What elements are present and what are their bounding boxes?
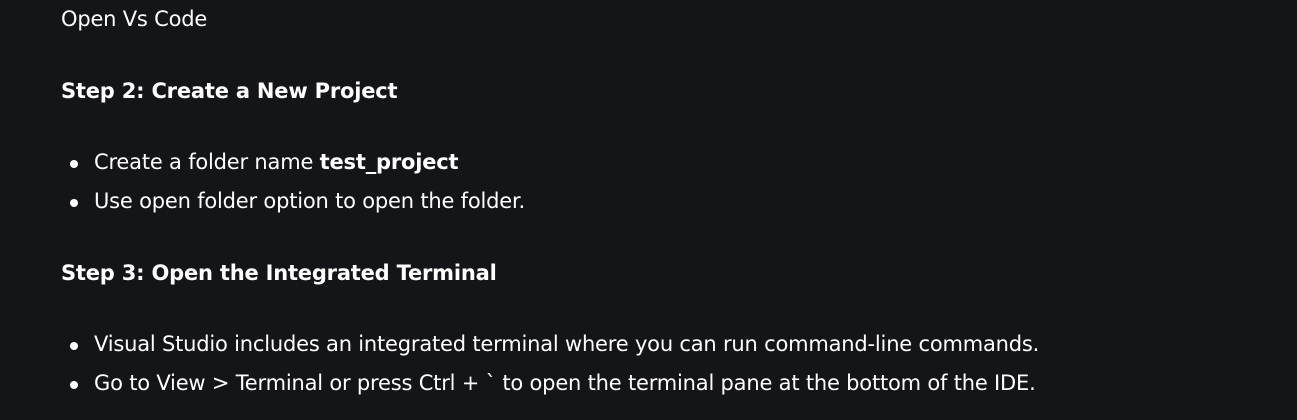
bullet-icon	[70, 160, 78, 168]
list-item-text: Visual Studio includes an integrated ter…	[94, 332, 1040, 356]
step3-heading: Step 3: Open the Integrated Terminal	[61, 261, 497, 285]
intro-text: Open Vs Code	[61, 7, 208, 31]
bullet-icon	[70, 381, 78, 389]
list-item: Visual Studio includes an integrated ter…	[61, 325, 1039, 364]
list-item-text: Use open folder option to open the folde…	[94, 189, 525, 213]
list-item: Use open folder option to open the folde…	[61, 182, 525, 221]
list-item-text: Create a folder name	[94, 150, 320, 174]
step2-list: Create a folder name test_project Use op…	[61, 143, 525, 221]
bullet-icon	[70, 199, 78, 207]
step2-heading: Step 2: Create a New Project	[61, 79, 398, 103]
bullet-icon	[70, 342, 78, 350]
list-item: Create a folder name test_project	[61, 143, 525, 182]
list-item: Go to View > Terminal or press Ctrl + ` …	[61, 364, 1039, 403]
list-item-text: Go to View > Terminal or press Ctrl + ` …	[94, 371, 1036, 395]
folder-name-bold: test_project	[319, 150, 459, 174]
step3-list: Visual Studio includes an integrated ter…	[61, 325, 1039, 403]
